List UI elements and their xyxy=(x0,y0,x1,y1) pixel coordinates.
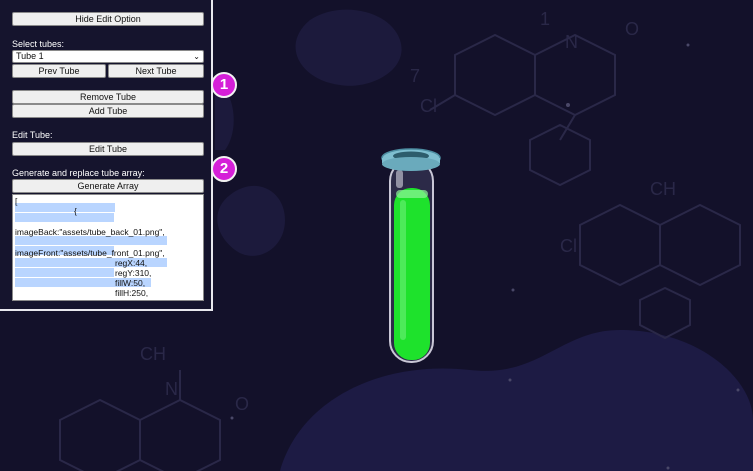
background-blob xyxy=(295,9,402,86)
svg-text:1: 1 xyxy=(540,9,550,29)
svg-text:N: N xyxy=(165,379,178,399)
array-line: regY:310, xyxy=(115,268,152,278)
svg-text:Cl: Cl xyxy=(420,96,437,116)
step-badge-2: 2 xyxy=(211,156,237,182)
array-line: [ xyxy=(15,196,18,206)
array-line: imageBack:"assets/tube_back_01.png", xyxy=(15,227,165,237)
edit-tube-label: Edit Tube: xyxy=(12,130,53,140)
svg-text:N: N xyxy=(565,32,578,52)
tube-liquid xyxy=(394,188,430,360)
chevron-down-icon: ⌄ xyxy=(193,52,200,61)
array-line: regX:44, xyxy=(115,258,148,268)
svg-text:CH: CH xyxy=(650,179,676,199)
next-tube-button[interactable]: Next Tube xyxy=(108,64,204,78)
prev-tube-button[interactable]: Prev Tube xyxy=(12,64,106,78)
svg-text:CH: CH xyxy=(140,344,166,364)
step-badge-1: 1 xyxy=(211,72,237,98)
array-line: imageFront:"assets/tube_front_01.png", xyxy=(15,248,165,258)
generate-array-label: Generate and replace tube array: xyxy=(12,168,145,178)
tube-select[interactable]: Tube 1 ⌄ xyxy=(12,50,204,63)
background-blob xyxy=(280,330,753,471)
svg-text:O: O xyxy=(625,19,639,39)
tube-select-value: Tube 1 xyxy=(16,51,44,61)
edit-panel: Hide Edit Option Select tubes: Tube 1 ⌄ … xyxy=(0,0,213,311)
remove-tube-button[interactable]: Remove Tube xyxy=(12,90,204,104)
select-tubes-label: Select tubes: xyxy=(12,39,65,49)
background-blob xyxy=(217,185,285,256)
svg-text:7: 7 xyxy=(410,66,420,86)
array-line: fillW:50, xyxy=(115,278,146,288)
array-line: { xyxy=(15,206,77,216)
array-line: fillH:250, xyxy=(115,288,149,298)
svg-text:Cl: Cl xyxy=(560,236,577,256)
edit-tube-button[interactable]: Edit Tube xyxy=(12,142,204,156)
tube-array-textarea[interactable]: [ { imageBack:"assets/tube_back_01.png",… xyxy=(12,194,204,301)
hide-edit-option-button[interactable]: Hide Edit Option xyxy=(12,12,204,26)
svg-text:O: O xyxy=(235,394,249,414)
generate-array-button[interactable]: Generate Array xyxy=(12,179,204,193)
test-tube[interactable] xyxy=(381,148,441,363)
add-tube-button[interactable]: Add Tube xyxy=(12,104,204,118)
